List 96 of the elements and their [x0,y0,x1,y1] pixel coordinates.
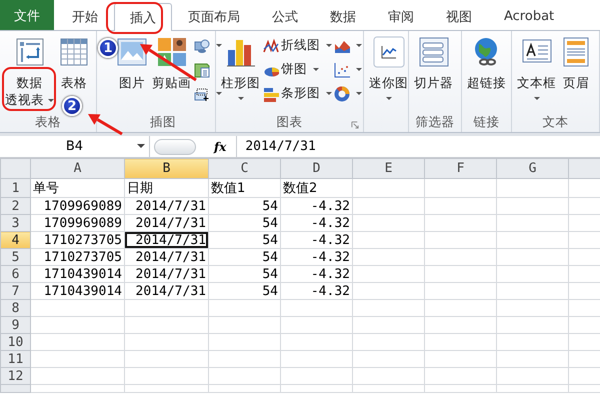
slicer-icon [418,36,450,68]
table-cell: 2014/7/31 [124,248,208,266]
row-header[interactable]: 11 [0,350,30,368]
group-label: 插图 [150,114,176,130]
image-collage-icon [156,36,188,68]
table-cell: 1710439014 [30,282,124,300]
ribbon-button[interactable]: 折线图 [263,36,332,55]
highlight-frame [106,2,163,34]
ribbon-tab[interactable]: 数据 [314,2,372,30]
table-cell: 数值2 [280,178,352,198]
group-label: 筛选器 [416,114,454,130]
table-cell: 54 [208,214,280,232]
ribbon-button[interactable] [334,60,362,79]
column-header[interactable]: B [124,158,208,178]
table-cell: 单号 [30,178,124,198]
column-header[interactable]: C [208,158,280,178]
ribbon-button[interactable]: 图片 [115,34,149,93]
column-header[interactable]: D [280,158,352,178]
diagram-icon [194,62,210,78]
ribbon-button[interactable]: 切片器 [413,34,454,93]
ribbon-tab[interactable]: 开始 [56,2,114,30]
row-header[interactable]: 1 [0,178,30,198]
ribbon-button[interactable]: 饼图 [263,60,332,79]
row-header[interactable]: 10 [0,334,30,350]
table-cell: 2014/7/31 [124,282,208,300]
ribbon-button[interactable]: 页眉 [559,34,593,93]
table-cell: -4.32 [280,198,352,214]
column-header[interactable]: A [30,158,124,178]
row-header[interactable]: 5 [0,248,30,266]
table-cell: 1710273705 [30,248,124,266]
table-cell: 数值1 [208,178,280,198]
grid-icon [58,36,90,68]
column-header[interactable]: G [496,158,568,178]
group-label: 文本 [542,114,568,130]
group-label: 图表 [276,114,302,130]
row-header[interactable]: 7 [0,282,30,300]
row-header[interactable]: 9 [0,316,30,334]
table-cell: 54 [208,282,280,300]
table-cell: 1710439014 [30,266,124,282]
name-box[interactable]: B4 [0,136,150,157]
table-cell: 54 [208,248,280,266]
ribbon-button[interactable]: 文本框 [516,34,557,104]
donut-chart-icon [334,86,350,102]
table-cell: -4.32 [280,248,352,266]
ribbon-tab[interactable]: 插入 [114,3,172,31]
ribbon-button[interactable]: 条形图 [263,84,332,103]
ribbon-tab[interactable]: 公式 [256,2,314,30]
table-cell: 2014/7/31 [124,232,208,248]
landscape-icon [116,36,148,68]
ribbon-button[interactable]: 表格 [57,34,91,93]
horizontal-bar-icon [263,86,279,102]
ribbon-tab[interactable]: 页面布局 [172,2,256,30]
ribbon-button[interactable]: 柱形图 [220,34,261,104]
table-cell: 2014/7/31 [124,198,208,214]
ribbon-button[interactable]: 超链接 [466,34,507,93]
ribbon-button[interactable]: 迷你图 [368,34,409,104]
table-cell: 54 [208,266,280,282]
line-chart-icon [263,38,279,54]
screenshot-icon [194,86,210,102]
row-header[interactable]: 2 [0,198,30,214]
table-cell: 54 [208,232,280,248]
ribbon-tab[interactable]: 视图 [430,2,488,30]
row-header[interactable]: 6 [0,266,30,282]
caret-icon [137,144,145,148]
column-header[interactable]: E [352,158,424,178]
table-cell: -4.32 [280,214,352,232]
formula-field[interactable]: 2014/7/31 [237,139,316,154]
column-header[interactable]: F [424,158,496,178]
highlight-frame [2,67,56,111]
row-header[interactable]: 3 [0,214,30,232]
table-cell: -4.32 [280,232,352,248]
ribbon-button[interactable]: 数据 透视表 [4,34,55,110]
ribbon-button[interactable]: 剪贴画 [151,34,192,93]
scatter-icon [334,62,350,78]
dialog-launcher-icon[interactable] [351,121,359,129]
row-header[interactable]: 4 [0,232,30,248]
file-tab[interactable]: 文件 [0,0,54,30]
ribbon-tab[interactable]: 审阅 [372,2,430,30]
table-cell: -4.32 [280,266,352,282]
row-header[interactable]: 8 [0,300,30,316]
splitter-handle[interactable] [154,138,196,154]
ribbon-tab[interactable]: Acrobat [488,2,570,30]
table-cell: 日期 [124,178,208,198]
table-cell: -4.32 [280,282,352,300]
insert-function-button[interactable]: fx [200,136,238,157]
table-cell: 2014/7/31 [124,266,208,282]
arrow [88,114,123,136]
row-header[interactable]: 12 [0,368,30,384]
table-cell: 1709969089 [30,198,124,214]
table-cell: 1710273705 [30,232,124,248]
shapes-icon [194,38,210,54]
table-cell: 1709969089 [30,214,124,232]
group-label: 链接 [474,114,500,130]
sparkline-icon [372,36,404,68]
table-cell: 54 [208,198,280,214]
group-label: 表格 [35,114,61,130]
